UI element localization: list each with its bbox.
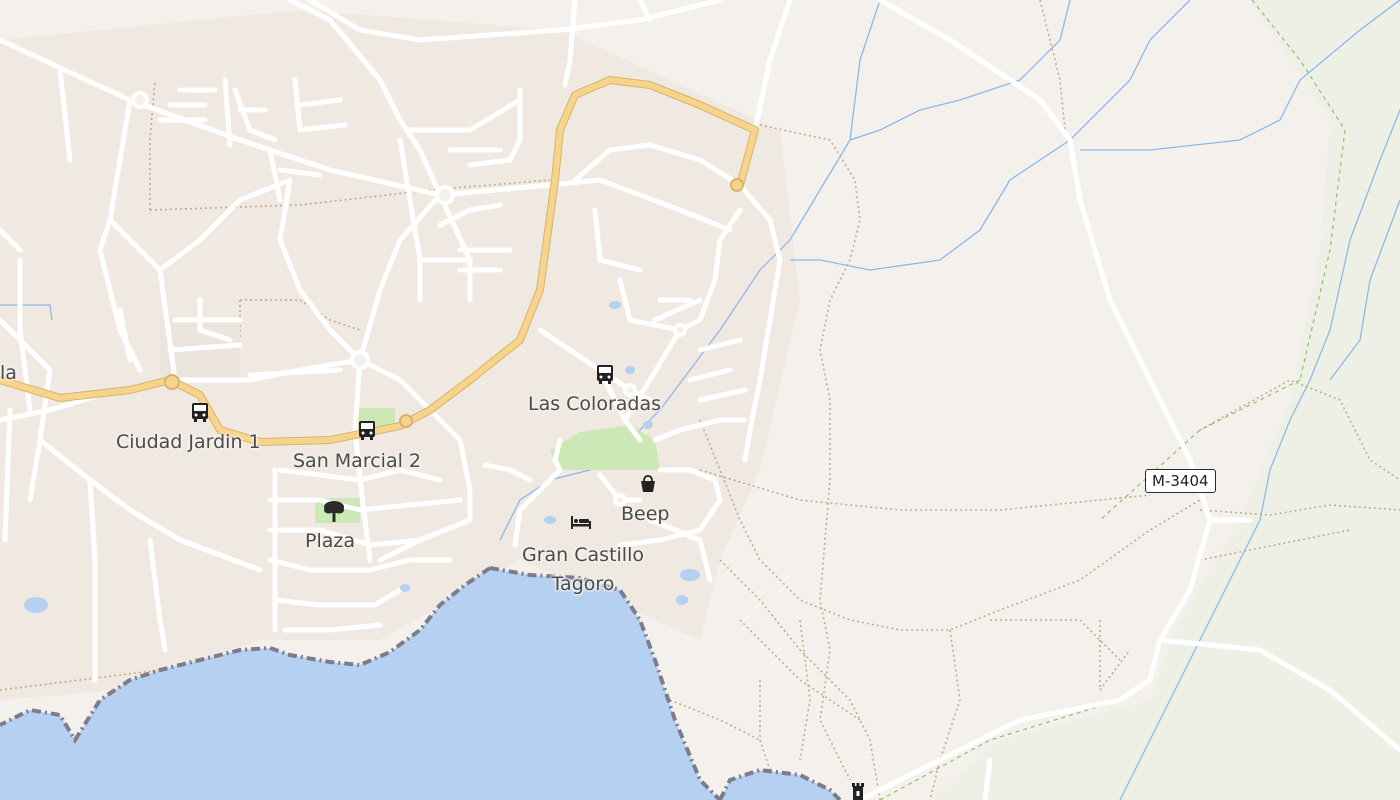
place-label-san-marcial[interactable]: San Marcial 2 bbox=[293, 450, 421, 472]
map-base bbox=[0, 0, 1400, 800]
shop-bag-icon[interactable] bbox=[638, 474, 658, 494]
map-canvas[interactable]: la Ciudad Jardin 1 San Marcial 2 Las Col… bbox=[0, 0, 1400, 800]
place-label-gran-castillo[interactable]: Gran Castillo Tagoro bbox=[508, 541, 658, 599]
place-label-ciudad-jardin[interactable]: Ciudad Jardin 1 bbox=[116, 431, 261, 453]
bus-stop-icon[interactable] bbox=[595, 364, 615, 386]
place-label-beep[interactable]: Beep bbox=[621, 503, 669, 525]
park-tree-icon[interactable] bbox=[323, 499, 345, 523]
place-label-partial: la bbox=[0, 362, 17, 384]
bus-stop-icon[interactable] bbox=[190, 402, 210, 424]
hotel-bed-icon[interactable] bbox=[570, 514, 592, 530]
place-label-las-coloradas[interactable]: Las Coloradas bbox=[528, 393, 661, 415]
bus-stop-icon[interactable] bbox=[357, 420, 377, 442]
road-ref-shield[interactable]: M-3404 bbox=[1145, 469, 1216, 493]
tower-icon[interactable] bbox=[851, 782, 865, 800]
place-label-plaza[interactable]: Plaza bbox=[305, 530, 355, 552]
